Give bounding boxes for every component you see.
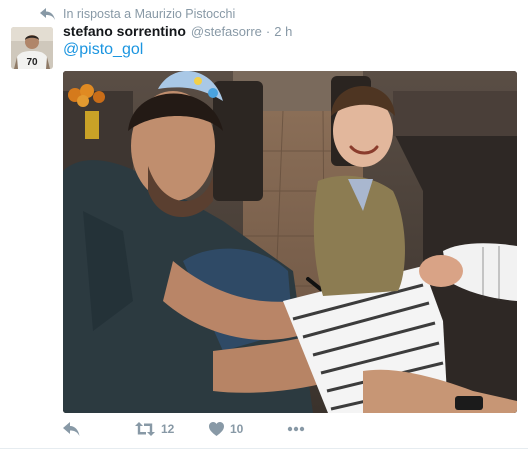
reply-arrow-icon bbox=[40, 8, 56, 20]
retweet-count: 12 bbox=[161, 422, 175, 436]
retweet-icon bbox=[135, 422, 155, 436]
more-button[interactable] bbox=[287, 426, 305, 432]
tweet-text: @pisto_gol bbox=[63, 41, 143, 59]
tweet-actions: 12 10 bbox=[63, 419, 305, 439]
retweet-button[interactable]: 12 bbox=[135, 422, 209, 436]
tweet-header: stefano sorrentino @stefasorre · 2 h bbox=[63, 23, 292, 41]
author-fullname[interactable]: stefano sorrentino bbox=[63, 23, 186, 39]
avatar-jersey-number: 70 bbox=[26, 57, 38, 68]
avatar[interactable]: 70 bbox=[11, 27, 53, 69]
mention-link[interactable]: @pisto_gol bbox=[63, 41, 143, 58]
reply-context-text: In risposta a Maurizio Pistocchi bbox=[63, 7, 236, 21]
tweet-timestamp[interactable]: 2 h bbox=[274, 24, 292, 39]
reply-icon bbox=[63, 422, 80, 436]
author-screen-name[interactable]: @stefasorre bbox=[191, 24, 262, 39]
like-button[interactable]: 10 bbox=[209, 422, 287, 436]
reply-context[interactable]: In risposta a Maurizio Pistocchi bbox=[40, 6, 235, 22]
reply-button[interactable] bbox=[63, 422, 135, 436]
header-separator: · bbox=[265, 24, 271, 39]
tweet-photo[interactable] bbox=[63, 71, 517, 413]
like-count: 10 bbox=[230, 422, 244, 436]
heart-icon bbox=[209, 422, 224, 436]
more-icon bbox=[287, 426, 305, 432]
